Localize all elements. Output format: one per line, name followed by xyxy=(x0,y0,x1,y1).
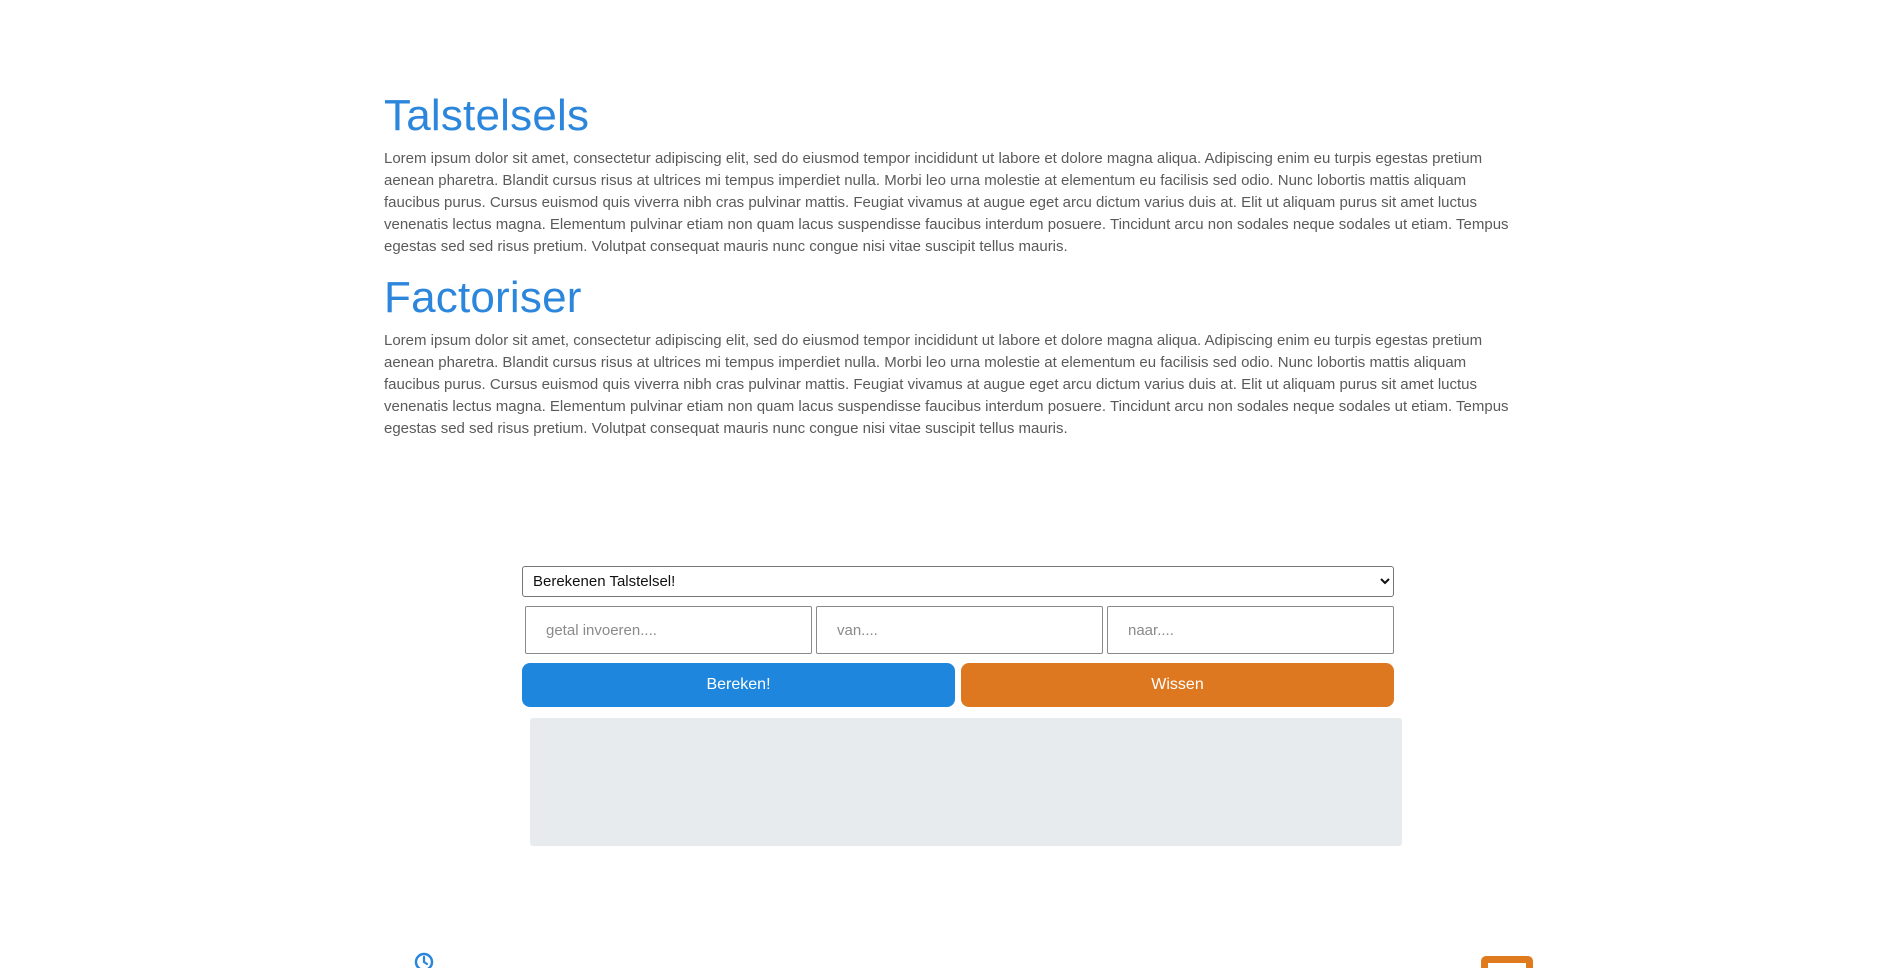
inputs-row xyxy=(522,606,1394,654)
clear-button[interactable]: Wissen xyxy=(961,663,1394,707)
section-title-factoriser: Factoriser xyxy=(384,273,582,322)
calculate-button[interactable]: Bereken! xyxy=(522,663,955,707)
buttons-row: Bereken! Wissen xyxy=(522,663,1394,707)
main-content: Talstelsels Lorem ipsum dolor sit amet, … xyxy=(384,90,1524,454)
page: Talstelsels Lorem ipsum dolor sit amet, … xyxy=(0,0,1900,968)
square-frame-icon[interactable] xyxy=(1481,956,1533,968)
refresh-icon[interactable] xyxy=(413,951,435,968)
to-base-input[interactable] xyxy=(1107,606,1394,654)
from-base-input[interactable] xyxy=(816,606,1103,654)
result-output xyxy=(530,718,1402,846)
section-title-talstelsels: Talstelsels xyxy=(384,91,590,140)
section-talstelsels: Talstelsels Lorem ipsum dolor sit amet, … xyxy=(384,90,1524,258)
section-text-talstelsels: Lorem ipsum dolor sit amet, consectetur … xyxy=(384,150,1509,255)
refresh-icon-graphic xyxy=(414,952,434,968)
number-input[interactable] xyxy=(525,606,812,654)
section-factoriser: Factoriser Lorem ipsum dolor sit amet, c… xyxy=(384,272,1524,440)
mode-select[interactable]: Berekenen Talstelsel! xyxy=(522,566,1394,597)
section-text-factoriser: Lorem ipsum dolor sit amet, consectetur … xyxy=(384,332,1509,437)
calculator-form: Berekenen Talstelsel! Bereken! Wissen xyxy=(522,566,1402,846)
